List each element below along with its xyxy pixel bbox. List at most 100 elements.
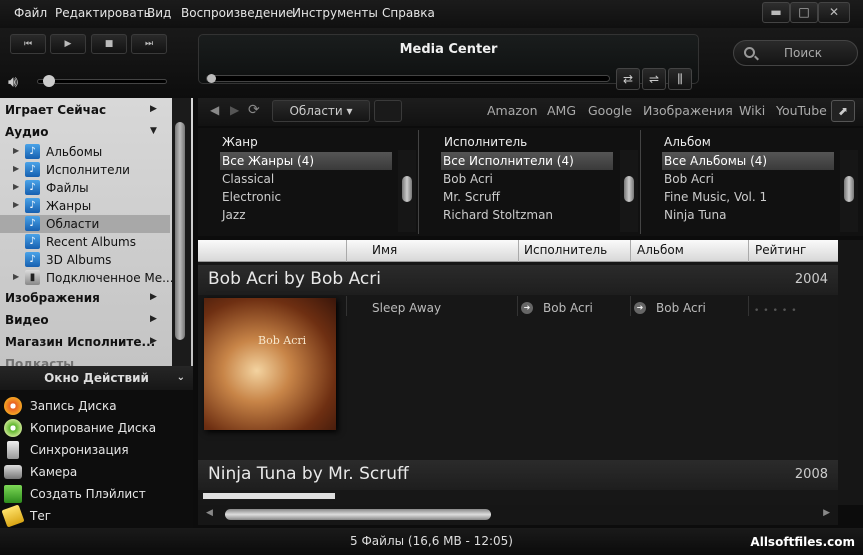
action-sync[interactable]: Синхронизация [0, 440, 193, 460]
list-item[interactable]: Jazz [220, 206, 392, 224]
list-item[interactable]: Classical [220, 170, 392, 188]
list-item[interactable]: Все Исполнители (4) [441, 152, 613, 170]
list-item[interactable]: Electronic [220, 188, 392, 206]
column-name[interactable]: Имя [372, 243, 397, 257]
tree-artist-store[interactable]: Магазин Исполните... ▶ [0, 333, 170, 351]
chevron-down-icon[interactable]: ⌄ [177, 366, 185, 390]
expand-arrow-icon[interactable]: ▶ [13, 200, 19, 209]
tree-recent-albums[interactable]: ♪ Recent Albums [0, 233, 170, 251]
menu-help[interactable]: Справка [382, 6, 435, 20]
tree-audio[interactable]: Аудио ▼ [0, 123, 170, 141]
list-item[interactable]: Ninja Tuna [662, 206, 834, 224]
link-youtube[interactable]: YouTube [776, 103, 827, 118]
expand-arrow-icon[interactable]: ▶ [13, 272, 19, 281]
expand-arrow-icon[interactable]: ▶ [13, 146, 19, 155]
stop-button[interactable]: ■ [91, 34, 127, 54]
tree-images[interactable]: Изображения ▶ [0, 289, 170, 307]
link-images[interactable]: Изображения [643, 103, 733, 118]
next-button[interactable]: ⏭ [131, 34, 167, 54]
track-artist[interactable]: Bob Acri [543, 301, 593, 315]
play-button[interactable]: ▶ [50, 34, 86, 54]
maximize-button[interactable]: □ [790, 2, 818, 23]
search-label: Поиск [784, 46, 823, 60]
expand-arrow-icon[interactable]: ▶ [13, 182, 19, 191]
volume-knob[interactable] [43, 75, 55, 87]
pane-header-artist[interactable]: Исполнитель [444, 131, 527, 153]
tree-albums[interactable]: ▶ ♪ Альбомы [0, 143, 170, 161]
action-burn-disc[interactable]: Запись Диска [0, 396, 193, 416]
previous-button[interactable]: ⏮ [10, 34, 46, 54]
tree-podcasts[interactable]: Подкасты [0, 355, 170, 366]
tree-connected-devices[interactable]: ▶ ▮ Подключенное Ме... [0, 269, 174, 287]
progress-knob[interactable] [207, 74, 216, 83]
link-google[interactable]: Google [588, 103, 632, 118]
tree-genres[interactable]: ▶ ♪ Жанры [0, 197, 170, 215]
tree-files[interactable]: ▶ ♪ Файлы [0, 179, 170, 197]
repeat-icon[interactable]: ⇄ [616, 68, 640, 90]
tree-scroll-thumb[interactable] [175, 122, 185, 340]
pane-header-genre[interactable]: Жанр [222, 131, 258, 153]
search-box[interactable]: Поиск [733, 40, 858, 66]
tree-artists[interactable]: ▶ ♪ Исполнители [0, 161, 170, 179]
album-group-header[interactable]: Ninja Tuna by Mr. Scruff 2008 [198, 460, 838, 490]
back-icon[interactable]: ◀ [210, 103, 219, 117]
scroll-left-icon[interactable]: ◀ [206, 508, 213, 518]
go-album-icon[interactable]: ➜ [634, 302, 646, 314]
column-album[interactable]: Альбом [637, 243, 684, 257]
rating-stars[interactable]: ••••• [754, 306, 801, 316]
view-option-button[interactable] [374, 100, 402, 122]
pane-header-album[interactable]: Альбом [664, 131, 711, 153]
progress-bar[interactable] [206, 75, 610, 82]
list-item[interactable]: Fine Music, Vol. 1 [662, 188, 834, 206]
expand-arrow-icon[interactable]: ▶ [13, 164, 19, 173]
view-scheme-dropdown[interactable]: Области ▾ [272, 100, 370, 122]
action-window-header[interactable]: Окно Действий ⌄ [0, 366, 193, 390]
list-item[interactable]: Richard Stoltzman [441, 206, 613, 224]
list-item[interactable]: Mr. Scruff [441, 188, 613, 206]
link-wiki[interactable]: Wiki [739, 103, 765, 118]
column-artist[interactable]: Исполнитель [524, 243, 607, 257]
equalizer-icon[interactable]: ⫼ [668, 68, 692, 90]
forward-icon[interactable]: ▶ [230, 103, 239, 117]
album-group-header[interactable]: Bob Acri by Bob Acri 2004 [198, 265, 838, 295]
link-amazon[interactable]: Amazon [487, 103, 538, 118]
action-tag[interactable]: Тег [0, 504, 193, 528]
menu-edit[interactable]: Редактировать [55, 6, 151, 20]
album-scrollbar[interactable] [840, 150, 858, 232]
minimize-button[interactable]: ▬ [762, 2, 790, 23]
list-item[interactable]: Все Жанры (4) [220, 152, 392, 170]
menu-tools[interactable]: Инструменты [292, 6, 378, 20]
menu-playback[interactable]: Воспроизведение [181, 6, 293, 20]
album-cover[interactable]: Bob Acri [204, 298, 336, 430]
volume-icon[interactable]: 🔊︎ [8, 72, 18, 92]
column-rating[interactable]: Рейтинг [755, 243, 806, 257]
tree-video[interactable]: Видео ▶ [0, 311, 170, 329]
action-create-playlist[interactable]: Создать Плэйлист [0, 484, 193, 504]
close-button[interactable]: ✕ [818, 2, 850, 23]
link-amg[interactable]: AMG [547, 103, 576, 118]
tree-areas[interactable]: ♪ Области [0, 215, 170, 233]
artist-scrollbar[interactable] [620, 150, 638, 232]
menu-file[interactable]: Файл [14, 6, 47, 20]
scroll-right-icon[interactable]: ▶ [823, 508, 830, 518]
genre-scrollbar[interactable] [398, 150, 416, 232]
tree-now-playing[interactable]: Играет Сейчас ▶ [0, 101, 170, 119]
volume-slider[interactable] [37, 79, 167, 84]
list-item[interactable]: Bob Acri [662, 170, 834, 188]
external-link-icon[interactable]: ⬈ [831, 100, 855, 122]
action-camera[interactable]: Камера [0, 462, 193, 482]
menu-view[interactable]: Вид [147, 6, 171, 20]
burn-disc-icon [4, 397, 22, 415]
track-name[interactable]: Sleep Away [372, 301, 441, 315]
file-list-vertical-scrollbar[interactable] [838, 240, 863, 505]
list-item[interactable]: Bob Acri [441, 170, 613, 188]
action-rip-disc[interactable]: Копирование Диска [0, 418, 193, 438]
tree-3d-albums[interactable]: ♪ 3D Albums [0, 251, 170, 269]
cover-title: Bob Acri [258, 334, 307, 347]
shuffle-icon[interactable]: ⇌ [642, 68, 666, 90]
horizontal-scroll-thumb[interactable] [225, 509, 491, 520]
go-artist-icon[interactable]: ➜ [521, 302, 533, 314]
list-item[interactable]: Все Альбомы (4) [662, 152, 834, 170]
refresh-icon[interactable]: ⟳ [248, 102, 260, 118]
track-album[interactable]: Bob Acri [656, 301, 706, 315]
